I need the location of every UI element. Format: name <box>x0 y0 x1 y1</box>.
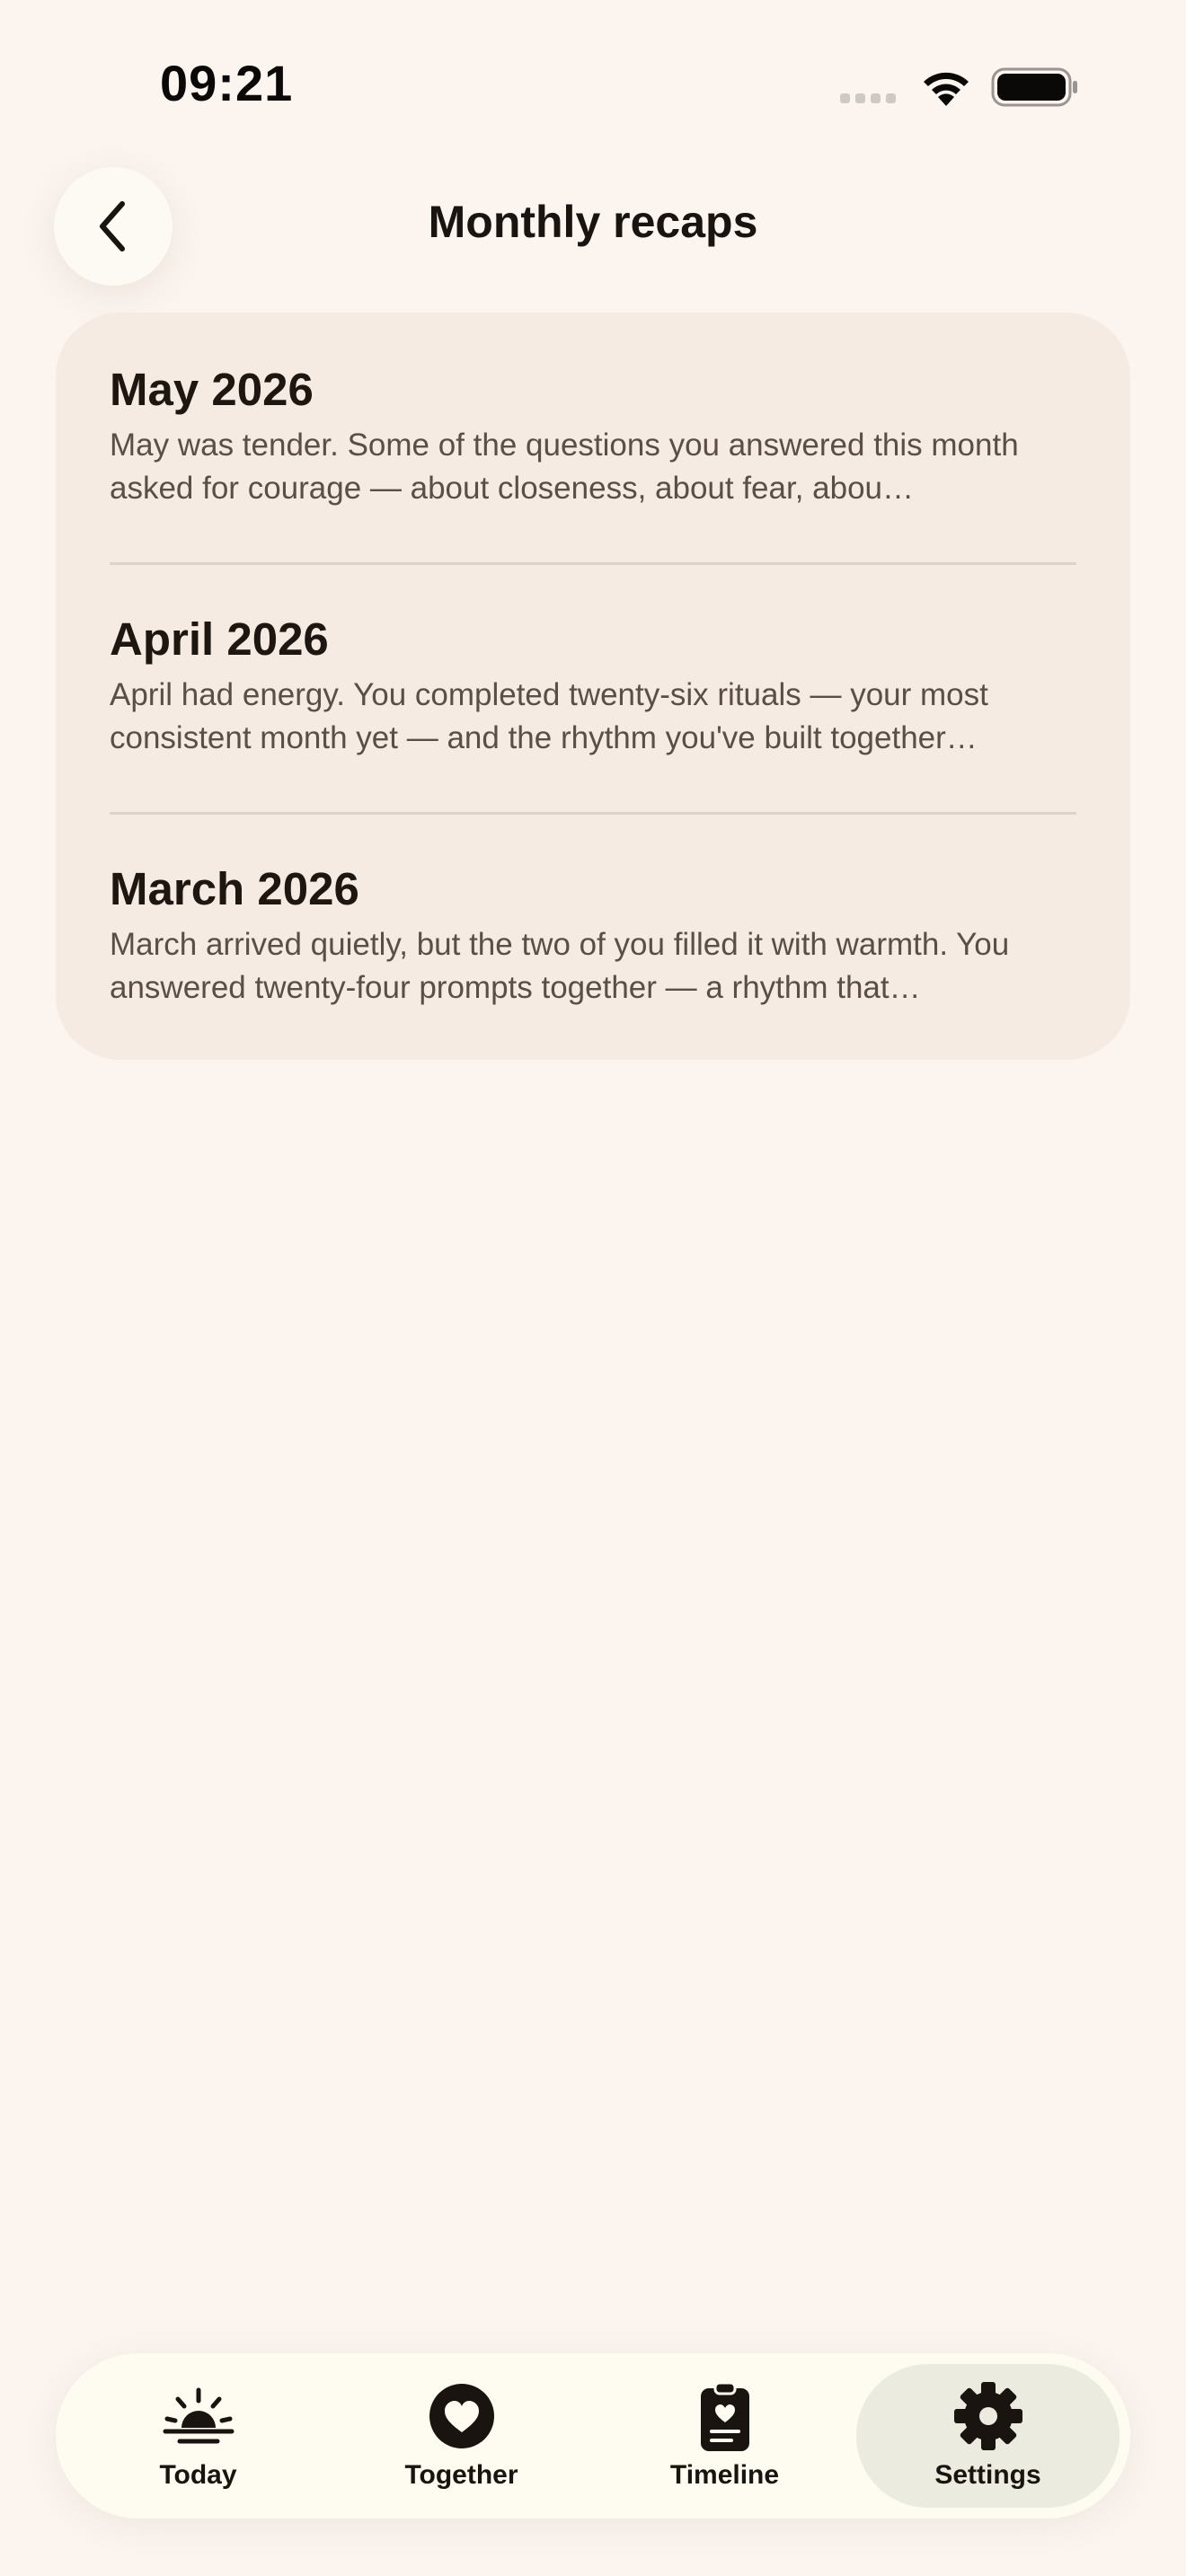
recap-summary: March arrived quietly, but the two of yo… <box>110 927 1010 1005</box>
sunrise-icon <box>163 2387 234 2444</box>
status-time: 09:21 <box>160 55 294 111</box>
tab-label: Settings <box>934 2460 1041 2490</box>
recap-summary: May was tender. Some of the questions yo… <box>110 428 1019 506</box>
tab-bar: Today Together Timeline Settings <box>56 2353 1130 2519</box>
recap-month: May 2026 <box>110 364 314 415</box>
tab-settings[interactable]: Settings <box>856 2364 1120 2508</box>
battery-icon <box>991 67 1077 107</box>
recap-month: March 2026 <box>110 863 359 914</box>
tab-today[interactable]: Today <box>66 2364 330 2508</box>
tab-label: Together <box>404 2460 518 2490</box>
recap-month: April 2026 <box>110 613 329 665</box>
gear-icon <box>953 2382 1022 2450</box>
tab-timeline[interactable]: Timeline <box>593 2364 856 2508</box>
heart-circle-icon <box>429 2384 494 2448</box>
page-title: Monthly recaps <box>428 197 758 247</box>
recap-item-april-2026[interactable]: April 2026 April had energy. You complet… <box>110 562 1076 812</box>
recap-item-may-2026[interactable]: May 2026 May was tender. Some of the que… <box>110 313 1076 562</box>
wifi-icon <box>924 72 969 106</box>
tab-label: Timeline <box>669 2460 780 2490</box>
monthly-recaps-screen: 09:21 Monthly recaps May 2026 May was te… <box>0 0 1186 2576</box>
recap-item-march-2026[interactable]: March 2026 March arrived quietly, but th… <box>110 812 1076 1062</box>
tab-together[interactable]: Together <box>330 2364 593 2508</box>
clipboard-heart-icon <box>700 2381 749 2451</box>
recaps-list: May 2026 May was tender. Some of the que… <box>56 313 1130 1060</box>
status-bar: 09:21 <box>0 0 1186 171</box>
tab-label: Today <box>159 2460 237 2490</box>
recap-summary: April had energy. You completed twenty-s… <box>110 677 988 755</box>
signal-dots-icon <box>840 93 896 103</box>
